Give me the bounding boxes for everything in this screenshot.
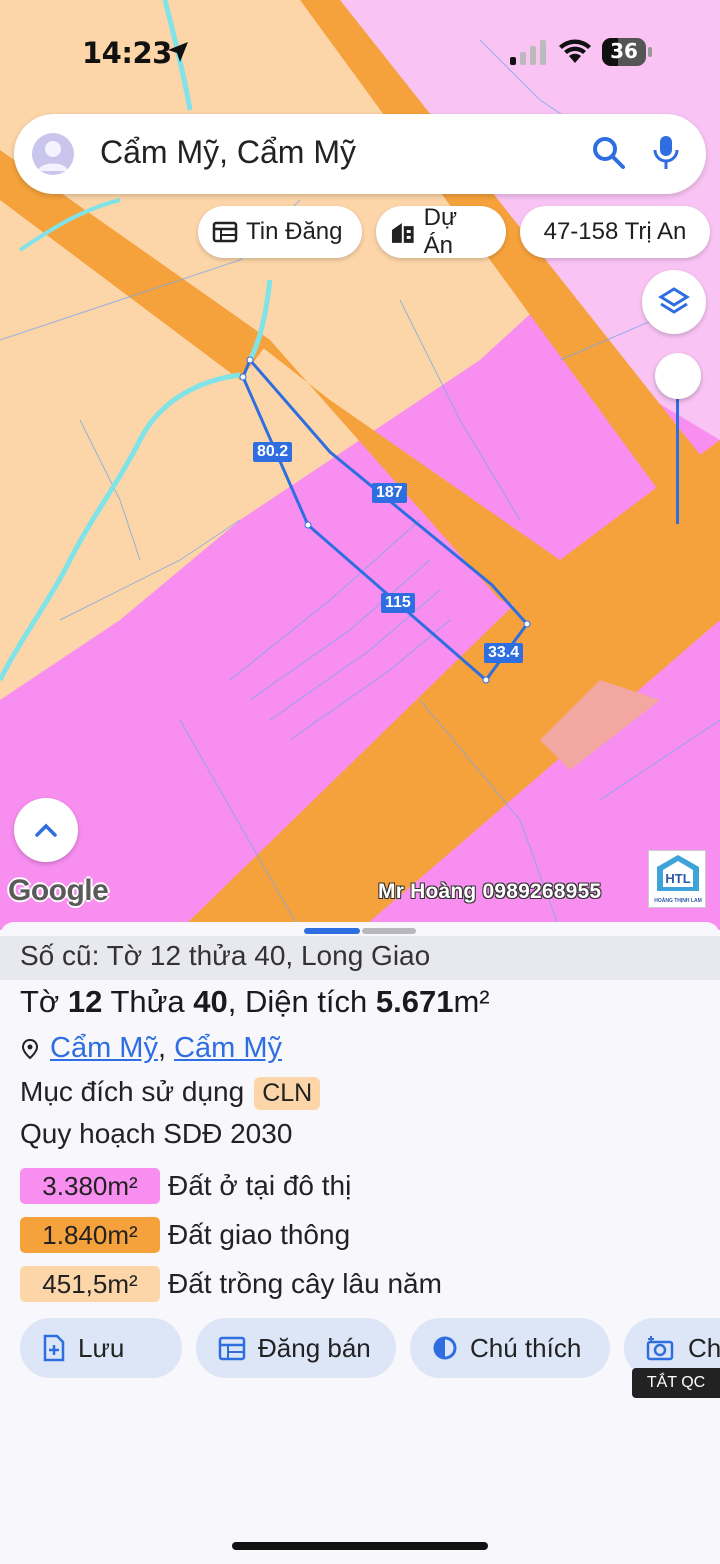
ad-off-button[interactable]: TẮT QC xyxy=(632,1368,720,1398)
brand-logo-text: HOÀNG THỊNH LAM xyxy=(654,898,702,904)
layers-icon xyxy=(658,287,690,314)
purpose-code-badge: CLN xyxy=(254,1077,321,1110)
sheet-handle[interactable] xyxy=(304,928,360,934)
search-input[interactable]: Cẩm Mỹ, Cẩm Mỹ xyxy=(100,134,356,171)
chip-address[interactable]: 47-158 Trị An xyxy=(520,206,710,258)
microphone-icon[interactable] xyxy=(652,134,680,172)
chip-listings-label: Tin Đăng xyxy=(246,218,343,245)
brand-logo: HTL HOÀNG THỊNH LAM xyxy=(648,850,706,908)
title-sheet-number: 12 xyxy=(67,984,103,1019)
zone-label: Đất trồng cây lâu năm xyxy=(168,1268,442,1299)
post-for-sale-button[interactable]: Đăng bán xyxy=(196,1318,396,1378)
post-label: Đăng bán xyxy=(258,1332,371,1363)
edge-length-label: 115 xyxy=(381,593,415,613)
building-icon xyxy=(391,223,414,243)
expand-up-button[interactable] xyxy=(14,798,78,862)
title-plot-number: 40 xyxy=(193,984,228,1019)
commune-link[interactable]: Cẩm Mỹ xyxy=(50,1032,158,1064)
title-plot-word: Thửa xyxy=(110,984,185,1019)
chip-listings[interactable]: Tin Đăng xyxy=(198,206,362,258)
svg-text:HTL: HTL xyxy=(665,871,690,886)
land-use-purpose: Mục đích sử dụng CLN xyxy=(20,1076,321,1110)
legend-label: Chú thích xyxy=(470,1332,582,1363)
map-view[interactable]: 80.2 187 115 33.4 14:23 36 Cẩm Mỹ, Cẩm M… xyxy=(0,0,720,930)
old-number-text: Số cũ: Tờ 12 thửa 40, Long Giao xyxy=(20,940,431,971)
plot-title: Tờ 12 Thửa 40, Diện tích 5.671m² xyxy=(20,984,490,1020)
save-button[interactable]: Lưu xyxy=(20,1318,182,1378)
battery-indicator: 36 xyxy=(602,38,652,66)
avatar[interactable] xyxy=(32,133,74,175)
location-arrow-icon xyxy=(168,42,188,62)
district-link[interactable]: Cẩm Mỹ xyxy=(174,1032,282,1064)
opacity-slider-handle[interactable] xyxy=(655,353,701,399)
edge-length-label: 187 xyxy=(372,483,407,503)
location-pin-icon xyxy=(21,1039,39,1060)
status-time: 14:23 xyxy=(82,36,172,70)
wifi-icon xyxy=(559,39,591,63)
title-area-value: 5.671 xyxy=(375,984,454,1019)
screen: 80.2 187 115 33.4 14:23 36 Cẩm Mỹ, Cẩm M… xyxy=(0,0,720,1564)
watermark-text: Mr Hoàng 0989268955 xyxy=(378,880,602,903)
edge-length-label: 80.2 xyxy=(253,442,293,462)
purpose-label: Mục đích sử dụng xyxy=(20,1076,245,1107)
title-area-word: , Diện tích xyxy=(227,984,368,1019)
zone-row: 451,5m² Đất trồng cây lâu năm xyxy=(20,1265,442,1303)
chevron-up-icon xyxy=(35,823,57,837)
contrast-icon xyxy=(433,1336,457,1360)
plot-address: Cẩm Mỹ, Cẩm Mỹ xyxy=(20,1032,282,1065)
zone-label: Đất ở tại đô thị xyxy=(168,1170,352,1201)
zone-row: 3.380m² Đất ở tại đô thị xyxy=(20,1167,351,1205)
legend-button[interactable]: Chú thích xyxy=(410,1318,610,1378)
edge-length-label: 33.4 xyxy=(484,643,524,663)
title-area-unit: m² xyxy=(453,984,490,1019)
save-file-icon xyxy=(43,1334,65,1362)
address-separator: , xyxy=(157,1032,167,1064)
title-sheet-word: Tờ xyxy=(20,984,60,1019)
post-listing-icon xyxy=(218,1336,246,1361)
zone-area: 1.840m² xyxy=(20,1217,160,1253)
save-label: Lưu xyxy=(78,1332,125,1363)
capture-label: Ch xyxy=(688,1332,720,1363)
old-number-banner: Số cũ: Tờ 12 thửa 40, Long Giao xyxy=(0,936,720,980)
signal-icon xyxy=(510,40,546,65)
battery-percent: 36 xyxy=(610,39,638,63)
chip-projects[interactable]: Dự Án xyxy=(376,204,506,259)
listing-icon xyxy=(212,221,238,243)
zone-row: 1.840m² Đất giao thông xyxy=(20,1216,350,1254)
search-bar[interactable]: Cẩm Mỹ, Cẩm Mỹ xyxy=(14,114,706,194)
camera-add-icon xyxy=(646,1336,674,1361)
search-icon[interactable] xyxy=(592,136,626,170)
chip-projects-label: Dự Án xyxy=(423,204,458,259)
layers-button[interactable] xyxy=(642,270,706,334)
zone-label: Đất giao thông xyxy=(168,1219,351,1250)
plan-title: Quy hoạch SDĐ 2030 xyxy=(20,1118,293,1149)
zone-area: 451,5m² xyxy=(20,1266,160,1302)
zone-area: 3.380m² xyxy=(20,1168,160,1204)
home-indicator[interactable] xyxy=(232,1542,488,1550)
sheet-handle-secondary[interactable] xyxy=(362,928,416,934)
chip-address-label: 47-158 Trị An xyxy=(543,218,687,245)
google-logo: Google xyxy=(8,874,109,907)
